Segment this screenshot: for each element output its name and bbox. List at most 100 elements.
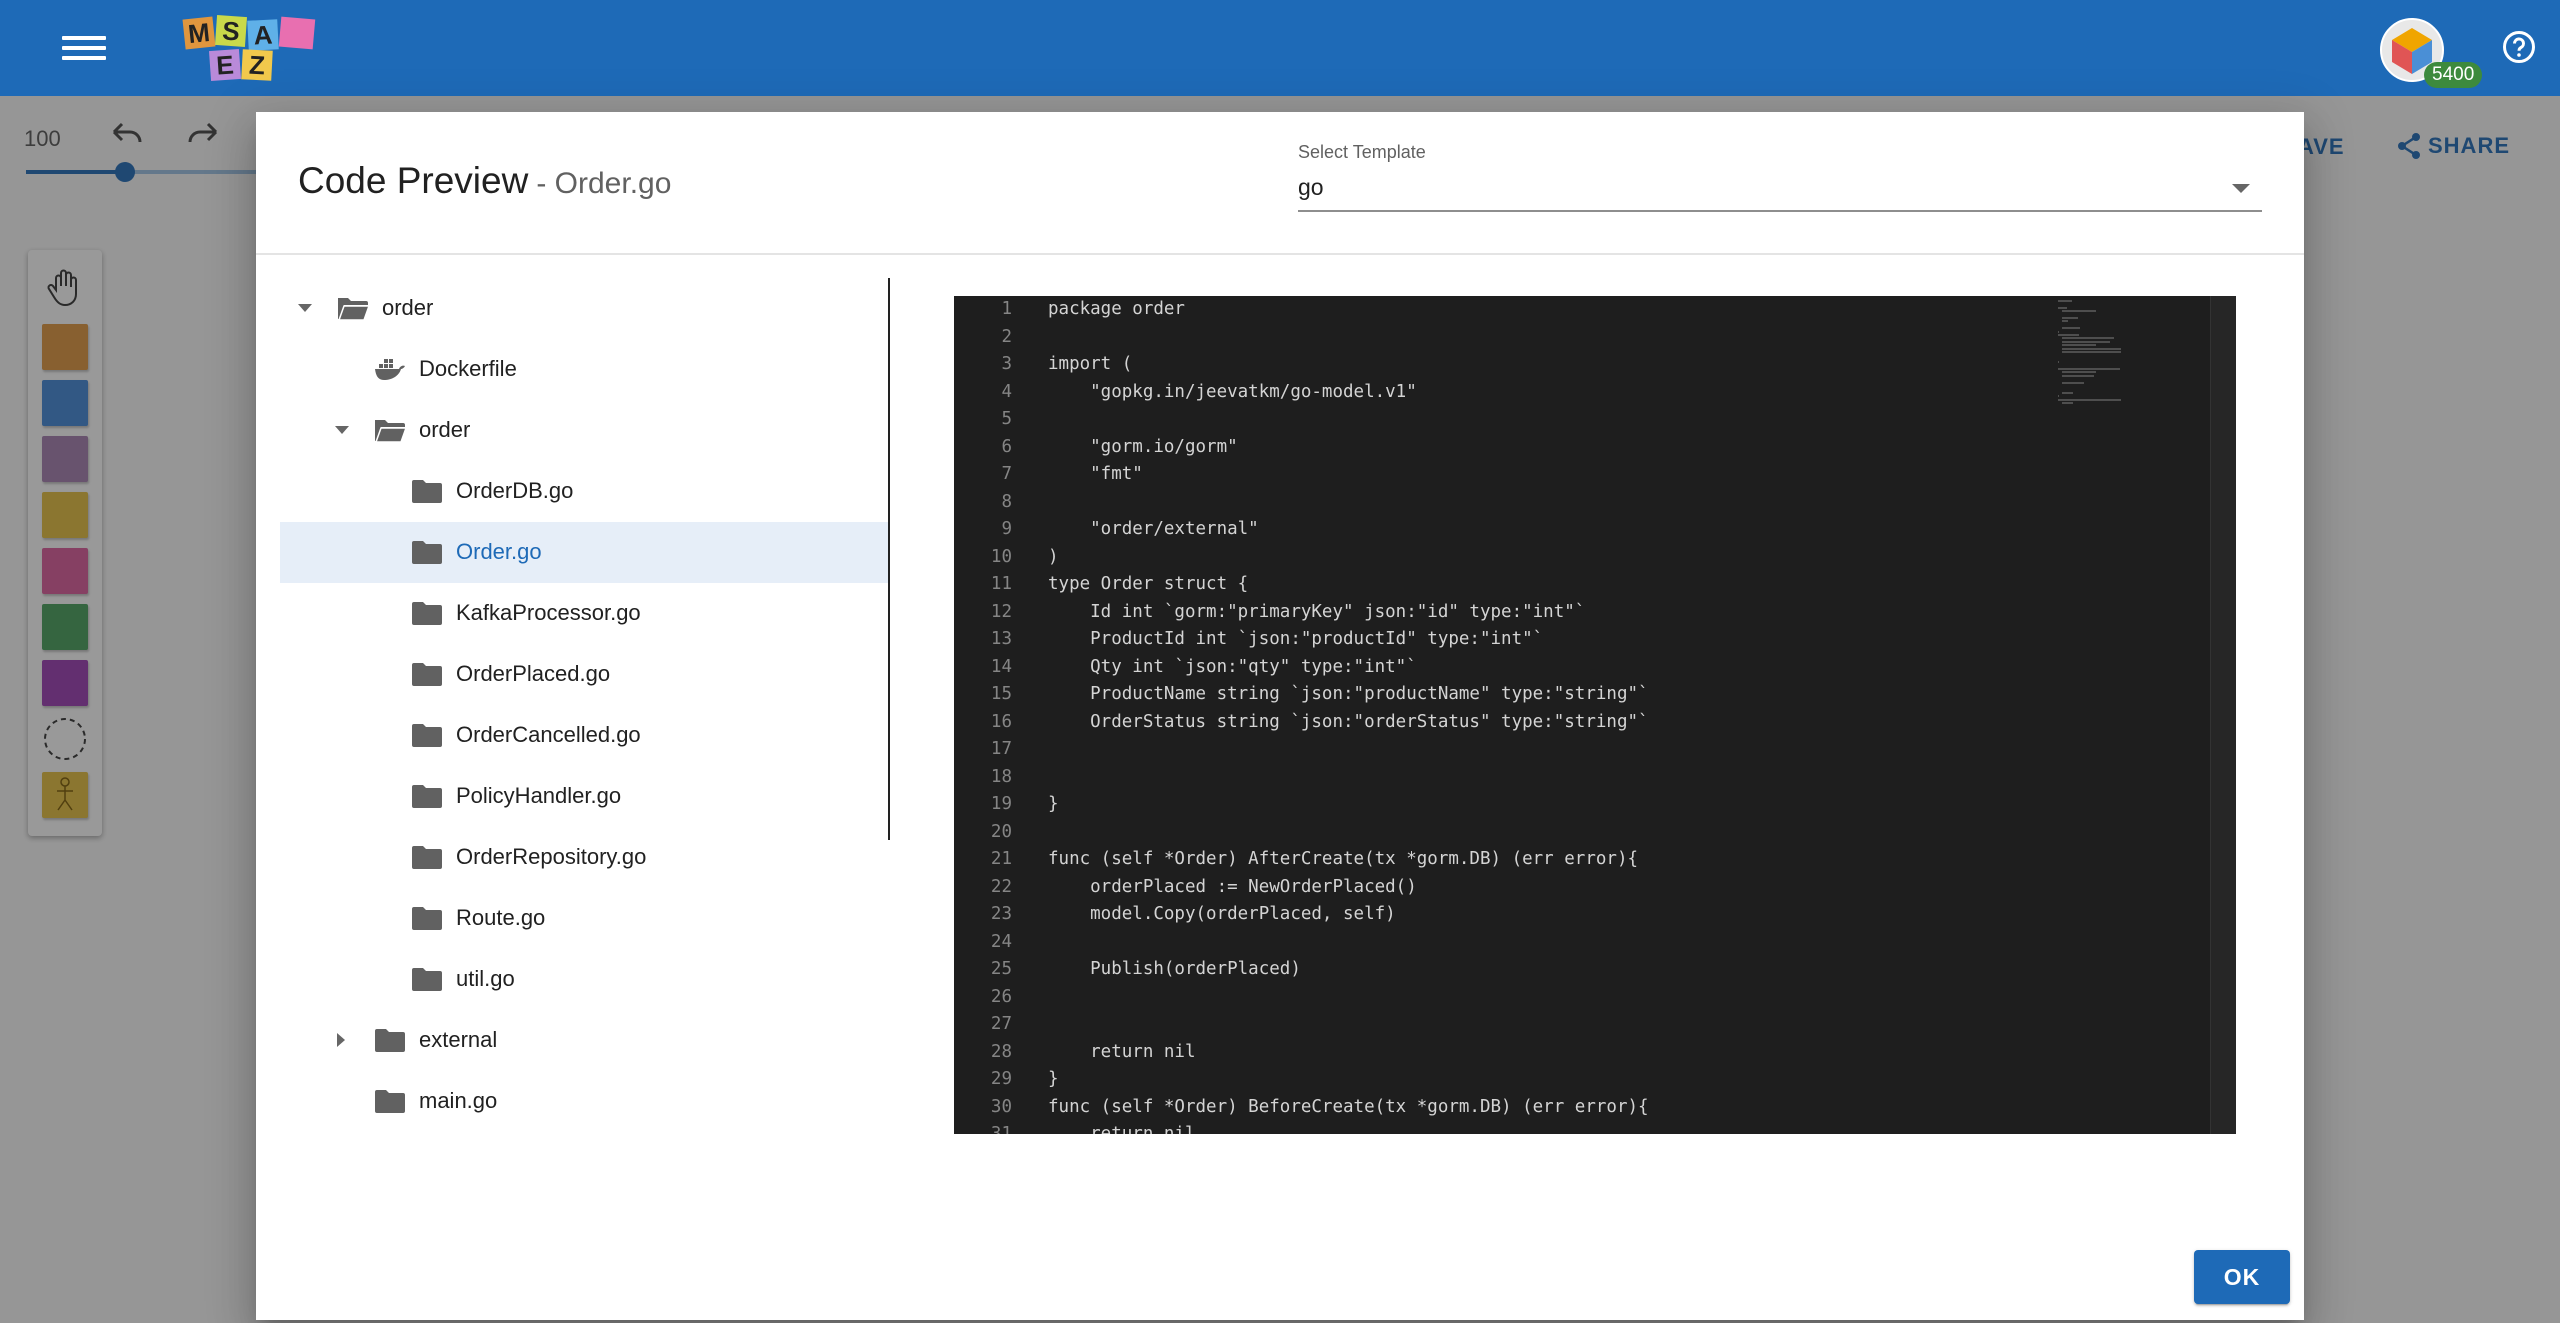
caret-down-icon[interactable] xyxy=(298,304,312,312)
line-number: 21 xyxy=(990,849,1012,869)
code-text: Qty int `json:"qty" type:"int"` xyxy=(1048,656,1417,677)
tree-item[interactable]: Dockerfile xyxy=(280,339,888,400)
line-number: 27 xyxy=(990,1014,1012,1034)
tree-divider xyxy=(888,278,890,840)
code-line: 3 import ( xyxy=(954,351,2214,379)
code-line: 2 xyxy=(954,324,2214,352)
code-text: return nil xyxy=(1048,1124,1196,1134)
tree-item-label: order xyxy=(419,417,471,442)
tree-item-label: OrderPlaced.go xyxy=(456,661,611,686)
line-number: 23 xyxy=(990,904,1012,924)
tree-item[interactable]: OrderCancelled.go xyxy=(280,705,888,766)
code-text: Id int `gorm:"primaryKey" json:"id" type… xyxy=(1048,601,1586,622)
line-number: 2 xyxy=(1001,326,1012,347)
minimap-line xyxy=(2062,347,2121,350)
code-text: ProductId int `json:"productId" type:"in… xyxy=(1048,629,1544,649)
tree-item[interactable]: KafkaProcessor.go xyxy=(280,583,888,644)
tree-item-label: main.go xyxy=(419,1088,498,1113)
menu-icon[interactable] xyxy=(62,30,106,66)
tree-item[interactable]: external xyxy=(280,1010,888,1071)
tree-item-label: Dockerfile xyxy=(419,356,517,381)
code-line: 23 model.Copy(orderPlaced, self) xyxy=(954,901,2214,929)
code-line: 24 xyxy=(954,929,2214,957)
tree-item-label: util.go xyxy=(456,966,515,991)
template-select-label: Select Template xyxy=(1298,142,1426,162)
minimap-line xyxy=(2062,340,2110,343)
minimap-line xyxy=(2058,300,2073,302)
app-logo[interactable]: M S A E Z xyxy=(182,14,318,84)
tree-item[interactable]: Route.go xyxy=(280,888,888,949)
line-number: 3 xyxy=(1001,354,1012,374)
code-text: func (self *Order) BeforeCreate(tx *gorm… xyxy=(1048,1096,1649,1117)
folder-icon xyxy=(412,968,442,991)
tree-item[interactable]: Order.go xyxy=(280,522,888,583)
code-text: import ( xyxy=(1048,354,1133,374)
tree-item[interactable]: main.go xyxy=(280,1071,888,1132)
folder-icon xyxy=(375,1090,405,1113)
line-number: 6 xyxy=(1001,436,1012,457)
code-text: Publish(orderPlaced) xyxy=(1048,959,1301,979)
line-number: 1 xyxy=(1001,299,1012,319)
minimap-line xyxy=(2062,402,2074,404)
folder-icon xyxy=(412,785,442,808)
folder-icon xyxy=(412,541,442,564)
folder-icon xyxy=(412,907,442,930)
code-line: 15 ProductName string `json:"productName… xyxy=(954,681,2214,709)
line-number: 13 xyxy=(990,629,1012,649)
code-line: 29} xyxy=(954,1066,2214,1094)
code-text: "gopkg.in/jeevatkm/go-model.v1" xyxy=(1048,381,1417,402)
folder-icon xyxy=(375,1029,405,1052)
code-minimap[interactable] xyxy=(2058,296,2168,1134)
line-number: 16 xyxy=(990,711,1012,732)
line-number: 5 xyxy=(1001,409,1012,429)
minimap-line xyxy=(2058,395,2060,398)
tree-item-label: OrderRepository.go xyxy=(456,844,647,869)
minimap-line xyxy=(2058,398,2121,401)
code-text: ) xyxy=(1048,546,1059,567)
folder-icon xyxy=(412,480,442,503)
help-icon[interactable] xyxy=(2502,30,2536,64)
code-line: 13 ProductId int `json:"productId" type:… xyxy=(954,626,2214,654)
tree-item[interactable]: PolicyHandler.go xyxy=(280,766,888,827)
line-number: 14 xyxy=(990,656,1012,677)
code-editor[interactable]: 31 return nil 30 func (self *Order) Before… xyxy=(954,296,2236,1134)
folder-icon xyxy=(412,663,442,686)
tree-item[interactable]: OrderPlaced.go xyxy=(280,644,888,705)
minimap-line xyxy=(2062,374,2095,377)
line-number: 10 xyxy=(990,546,1012,567)
line-number: 8 xyxy=(1001,491,1012,512)
code-text: orderPlaced := NewOrderPlaced() xyxy=(1048,876,1417,897)
code-line: 20 xyxy=(954,819,2214,847)
code-line: 8 xyxy=(954,489,2214,517)
dialog-title: Code Preview - Order.go xyxy=(298,160,671,202)
dialog-title-text: Code Preview xyxy=(298,160,529,201)
minimap-line xyxy=(2062,344,2097,347)
tree-item[interactable]: OrderRepository.go xyxy=(280,827,888,888)
tree-item-label: Route.go xyxy=(456,905,546,930)
caret-down-icon[interactable] xyxy=(335,426,349,434)
folder-open-icon xyxy=(337,298,370,321)
tree-item[interactable]: order xyxy=(280,278,888,339)
minimap-line xyxy=(2062,310,2097,313)
tree-item[interactable]: order xyxy=(280,400,888,461)
editor-scrollbar[interactable] xyxy=(2210,296,2236,1134)
code-text: return nil xyxy=(1048,1041,1196,1062)
minimap-line xyxy=(2062,371,2097,374)
tree-item[interactable]: util.go xyxy=(280,949,888,1010)
line-number: 29 xyxy=(990,1069,1012,1089)
code-line: 31 return nil xyxy=(954,1121,2214,1134)
code-line: 27 xyxy=(954,1011,2214,1039)
template-select-value: go xyxy=(1298,174,1324,200)
line-number: 30 xyxy=(990,1096,1012,1117)
code-text: func (self *Order) AfterCreate(tx *gorm.… xyxy=(1048,849,1639,869)
code-line: 1 package order xyxy=(954,296,2214,324)
caret-right-icon[interactable] xyxy=(337,1033,345,1047)
ok-button[interactable]: OK xyxy=(2194,1250,2290,1304)
line-number: 15 xyxy=(990,684,1012,704)
minimap-line xyxy=(2058,334,2079,336)
line-number: 24 xyxy=(990,931,1012,952)
tree-item[interactable]: OrderDB.go xyxy=(280,461,888,522)
code-text: "fmt" xyxy=(1048,464,1143,484)
template-select[interactable]: go xyxy=(1298,168,2262,212)
code-line: 18 xyxy=(954,764,2214,792)
